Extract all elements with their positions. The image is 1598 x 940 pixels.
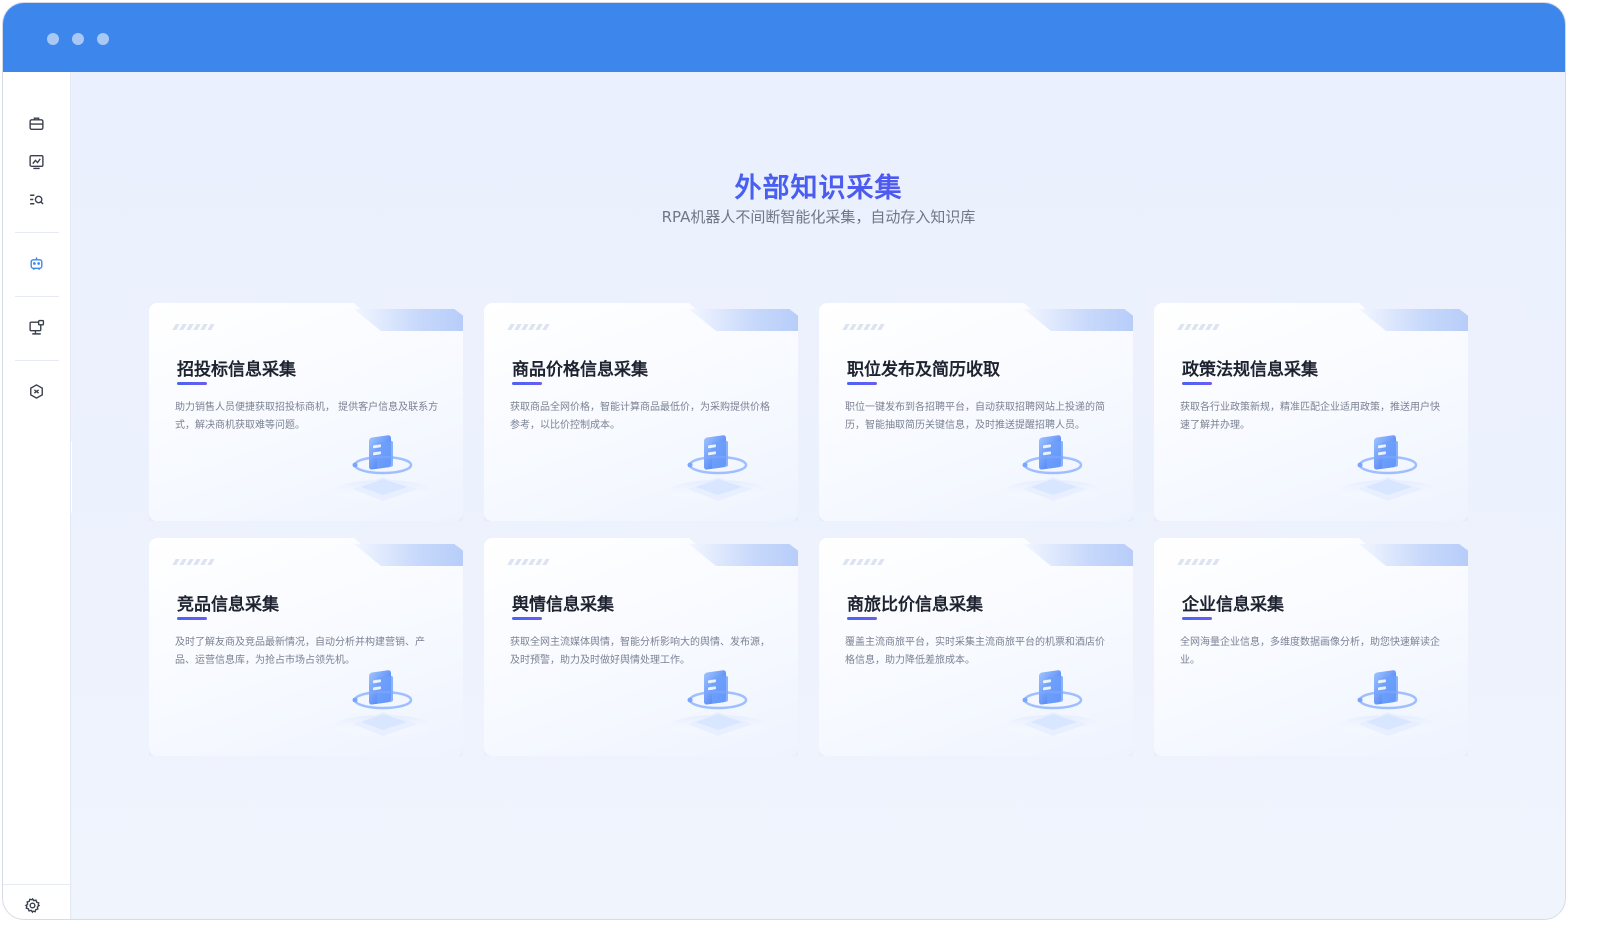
robot-server-illustration-icon <box>1005 670 1101 737</box>
collection-card[interactable]: 招投标信息采集 助力销售人员便捷获取招投标商机， 提供客户信息及联系方式，解决商… <box>149 303 463 521</box>
robot-server-illustration-icon <box>335 670 431 737</box>
card-title: 职位发布及简历收取 <box>847 360 1000 380</box>
sidebar-item-robot[interactable] <box>23 250 49 276</box>
card-stripes <box>842 324 885 330</box>
card-title-underline <box>847 617 877 620</box>
settings-button[interactable] <box>19 892 45 918</box>
robot-icon <box>29 256 43 270</box>
robot-server-illustration-icon <box>1340 435 1436 502</box>
card-title: 商旅比价信息采集 <box>847 595 983 615</box>
robot-server-illustration-icon <box>670 670 766 737</box>
card-stripes <box>507 559 550 565</box>
sidebar-item-chart[interactable] <box>23 148 49 174</box>
collection-card[interactable]: 舆情信息采集 获取全网主流媒体舆情，智能分析影响大的舆情、发布源，及时预警，助力… <box>484 538 798 756</box>
page-title: 外部知识采集 <box>72 166 1565 205</box>
robot-server-illustration-icon <box>1340 670 1436 737</box>
collection-card[interactable]: 企业信息采集 全网海量企业信息，多维度数据画像分析，助您快速解读企业。 <box>1154 538 1468 756</box>
card-stripes <box>842 559 885 565</box>
card-title-underline <box>1182 382 1212 385</box>
card-description: 获取商品全网价格，智能计算商品最低价，为采购提供价格参考，以比价控制成本。 <box>510 402 770 431</box>
sidebar-item-briefcase[interactable] <box>23 110 49 136</box>
card-description: 全网海量企业信息，多维度数据画像分析，助您快速解读企业。 <box>1180 637 1440 666</box>
window-dot-2[interactable] <box>72 33 84 45</box>
card-title: 政策法规信息采集 <box>1182 360 1318 380</box>
card-title: 招投标信息采集 <box>177 360 296 380</box>
card-title-underline <box>512 617 542 620</box>
card-title: 企业信息采集 <box>1182 595 1284 615</box>
collection-card[interactable]: 政策法规信息采集 获取各行业政策新规，精准匹配企业适用政策，推送用户快速了解并办… <box>1154 303 1468 521</box>
gear-icon <box>24 897 40 913</box>
card-title-underline <box>1182 617 1212 620</box>
card-stripes <box>172 324 215 330</box>
robot-server-illustration-icon <box>670 435 766 502</box>
collection-card[interactable]: 商旅比价信息采集 覆盖主流商旅平台，实时采集主流商旅平台的机票和酒店价格信息，助… <box>819 538 1133 756</box>
search-list-icon <box>29 194 44 204</box>
card-stripes <box>507 324 550 330</box>
sidebar-item-search-list[interactable] <box>23 186 49 212</box>
chart-icon <box>28 154 44 169</box>
card-title: 商品价格信息采集 <box>512 360 648 380</box>
hexagon-icon <box>29 383 43 399</box>
robot-server-illustration-icon <box>335 435 431 502</box>
sidebar-item-hexagon[interactable] <box>23 378 49 404</box>
card-title-underline <box>512 382 542 385</box>
collection-card[interactable]: 商品价格信息采集 获取商品全网价格，智能计算商品最低价，为采购提供价格参考，以比… <box>484 303 798 521</box>
collection-card[interactable]: 竞品信息采集 及时了解友商及竞品最新情况，自动分析并构建营销、产品、运营信息库，… <box>149 538 463 756</box>
card-stripes <box>1177 559 1220 565</box>
app-window: 外部知识采集 RPA机器人不间断智能化采集，自动存入知识库 招投标信息采集 助力… <box>2 2 1566 920</box>
card-title: 舆情信息采集 <box>512 595 614 615</box>
card-title-underline <box>177 382 207 385</box>
monitor-icon <box>28 319 44 335</box>
robot-server-illustration-icon <box>1005 435 1101 502</box>
collection-card[interactable]: 职位发布及简历收取 职位一键发布到各招聘平台，自动获取招聘网站上投递的简历，智能… <box>819 303 1133 521</box>
card-description: 助力销售人员便捷获取招投标商机， 提供客户信息及联系方式，解决商机获取难等问题。 <box>175 402 439 431</box>
card-title: 竞品信息采集 <box>177 595 279 615</box>
sidebar <box>3 72 71 919</box>
briefcase-icon <box>28 116 44 130</box>
card-description: 覆盖主流商旅平台，实时采集主流商旅平台的机票和酒店价格信息，助力降低差旅成本。 <box>845 637 1105 666</box>
card-description: 及时了解友商及竞品最新情况，自动分析并构建营销、产品、运营信息库，为抢占市场占领… <box>175 637 425 666</box>
sidebar-item-monitor[interactable] <box>23 314 49 340</box>
card-description: 获取全网主流媒体舆情，智能分析影响大的舆情、发布源，及时预警，助力及时做好舆情处… <box>510 637 770 666</box>
window-dot-3[interactable] <box>97 33 109 45</box>
card-description: 获取各行业政策新规，精准匹配企业适用政策，推送用户快速了解并办理。 <box>1180 402 1440 431</box>
card-description: 职位一键发布到各招聘平台，自动获取招聘网站上投递的简历，智能抽取简历关键信息，及… <box>845 402 1105 431</box>
card-title-underline <box>177 617 207 620</box>
title-bar <box>3 3 1565 72</box>
card-stripes <box>172 559 215 565</box>
main-content: 外部知识采集 RPA机器人不间断智能化采集，自动存入知识库 招投标信息采集 助力… <box>72 72 1565 919</box>
window-dot-1[interactable] <box>47 33 59 45</box>
page-subtitle: RPA机器人不间断智能化采集，自动存入知识库 <box>661 208 976 226</box>
card-title-underline <box>847 382 877 385</box>
card-stripes <box>1177 324 1220 330</box>
